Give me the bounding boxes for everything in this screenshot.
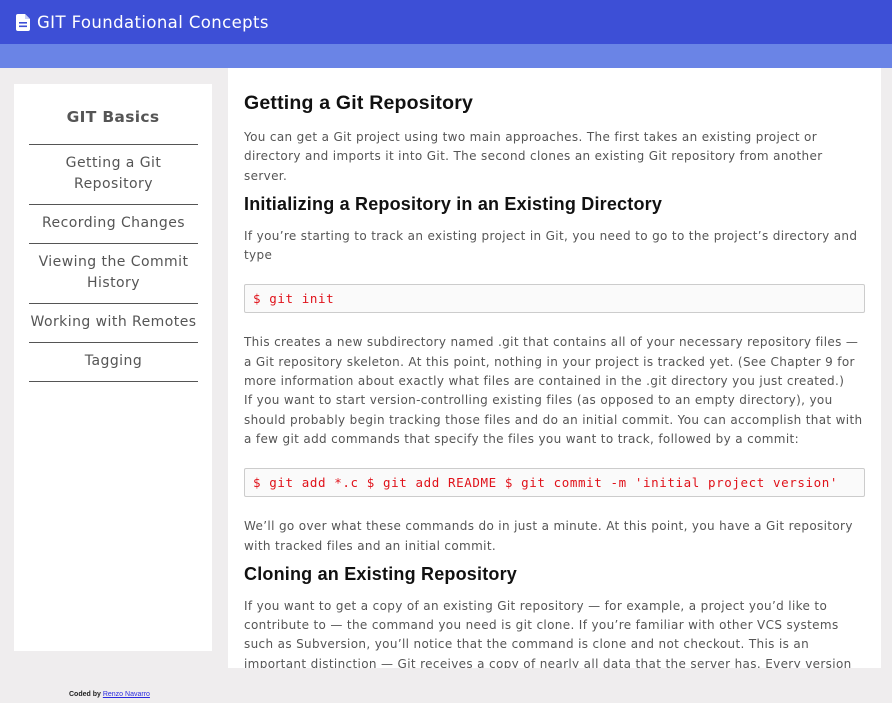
article-title: Getting a Git Repository	[244, 92, 474, 114]
paragraph: If you want to get a copy of an existing…	[244, 598, 852, 668]
sidebar-item-working-with-remotes[interactable]: Working with Remotes	[29, 304, 198, 343]
sidebar: GIT Basics Getting a Git Repository Reco…	[14, 84, 212, 651]
author-link[interactable]: Renzo Navarro	[103, 691, 150, 698]
intro-paragraph: You can get a Git project using two main…	[244, 130, 823, 183]
sidebar-nav-list: Getting a Git Repository Recording Chang…	[29, 144, 198, 382]
paragraph: If you’re starting to track an existing …	[244, 228, 858, 263]
top-navbar: GIT Foundational Concepts	[0, 0, 892, 44]
main-content: Getting a Git Repository You can get a G…	[228, 68, 881, 668]
paragraph: This creates a new subdirectory named .g…	[244, 335, 859, 389]
footer-credit: Coded by Renzo Navarro	[69, 691, 150, 698]
section-heading-cloning: Cloning an Existing Repository	[244, 563, 518, 584]
header-subbar	[0, 44, 892, 68]
paragraph: If you want to start version-controlling…	[244, 393, 863, 446]
page-title: GIT Foundational Concepts	[37, 12, 269, 32]
document-icon	[16, 13, 30, 31]
paragraph: We’ll go over what these commands do in …	[244, 519, 853, 553]
footer-prefix: Coded by	[69, 691, 101, 698]
sidebar-item-viewing-commit-history[interactable]: Viewing the Commit History	[29, 244, 198, 304]
sidebar-item-getting-a-git-repository[interactable]: Getting a Git Repository	[29, 145, 198, 205]
sidebar-item-tagging[interactable]: Tagging	[29, 343, 198, 382]
sidebar-item-recording-changes[interactable]: Recording Changes	[29, 205, 198, 244]
code-block-git-add-commit: $ git add *.c $ git add README $ git com…	[244, 468, 865, 498]
section-heading-initializing: Initializing a Repository in an Existing…	[244, 193, 663, 214]
sidebar-heading: GIT Basics	[66, 108, 160, 126]
code-block-git-init: $ git init	[244, 284, 865, 314]
